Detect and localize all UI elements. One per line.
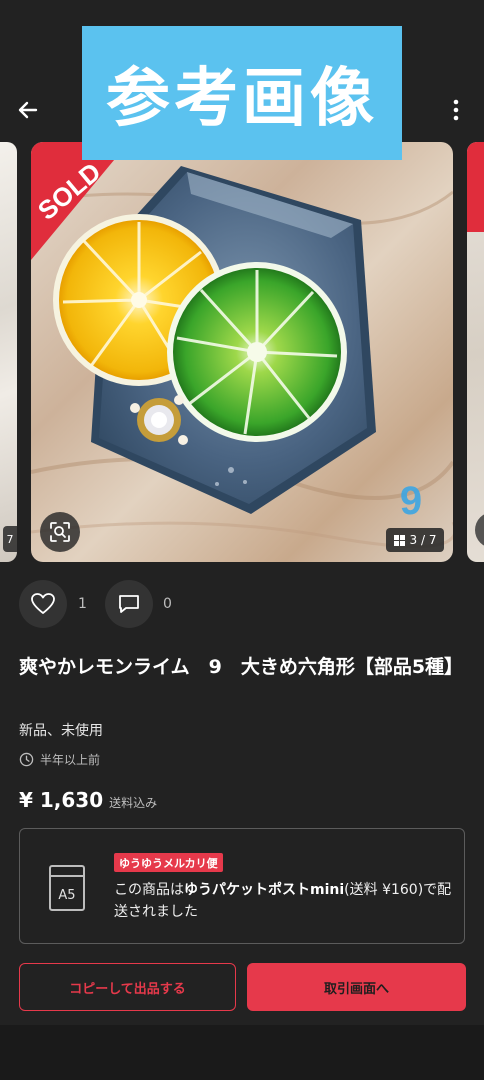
- trade-screen-button[interactable]: 取引画面へ: [247, 963, 466, 1011]
- sold-ribbon: SOLD: [31, 142, 129, 260]
- price: ¥ 1,630: [19, 788, 104, 812]
- back-button[interactable]: [14, 96, 42, 124]
- price-row: ¥ 1,630 送料込み: [19, 788, 157, 812]
- more-options-button[interactable]: [446, 96, 466, 124]
- previous-photo-preview[interactable]: 7: [0, 142, 17, 562]
- photo-page-counter-text: 3 / 7: [409, 533, 437, 547]
- comment-count: 0: [163, 596, 172, 612]
- next-photo-preview[interactable]: [467, 142, 484, 562]
- reference-image-label: 参考画像: [106, 62, 378, 136]
- comment-button[interactable]: [105, 580, 153, 628]
- product-photo[interactable]: 9 SOLD: [31, 142, 453, 562]
- like-count: 1: [78, 596, 87, 612]
- photo-page-counter[interactable]: 3 / 7: [386, 528, 444, 552]
- a5-envelope-icon: A5: [49, 865, 85, 911]
- comment-icon: [119, 595, 139, 613]
- sold-corner: [467, 142, 484, 232]
- shipping-text-before: この商品は: [114, 882, 184, 898]
- photo-number-mark: 9: [400, 479, 422, 523]
- posted-time-row: 半年以上前: [19, 751, 100, 768]
- shipping-service-name: ゆうパケットポストmini: [184, 882, 345, 898]
- copy-listing-button[interactable]: コピーして出品する: [19, 963, 236, 1011]
- shipping-description: この商品はゆうパケットポストmini(送料 ¥160)で配送されました: [114, 879, 454, 923]
- lens-scan-icon: [50, 522, 70, 542]
- bottom-band: [0, 1025, 484, 1080]
- posted-time: 半年以上前: [40, 753, 101, 767]
- arrow-left-icon: [18, 101, 38, 119]
- more-vertical-icon: [453, 99, 459, 121]
- item-title: 爽やかレモンライム 9 大きめ六角形【部品5種】: [19, 656, 464, 678]
- grid-icon: [393, 534, 405, 546]
- previous-photo-counter: 7: [3, 526, 17, 552]
- image-search-button[interactable]: [40, 512, 80, 552]
- reference-image-banner: 参考画像: [82, 26, 402, 160]
- shipping-method-badge: ゆうゆうメルカリ便: [114, 853, 223, 872]
- lens-button-next: [475, 512, 484, 548]
- shipping-info-box: A5 ゆうゆうメルカリ便 この商品はゆうパケットポストmini(送料 ¥160)…: [19, 828, 465, 944]
- a5-label: A5: [58, 888, 75, 903]
- heart-icon: [31, 593, 55, 614]
- item-condition: 新品、未使用: [19, 723, 103, 739]
- like-button[interactable]: [19, 580, 67, 628]
- shipping-included-note: 送料込み: [109, 796, 158, 810]
- clock-icon: [19, 752, 34, 767]
